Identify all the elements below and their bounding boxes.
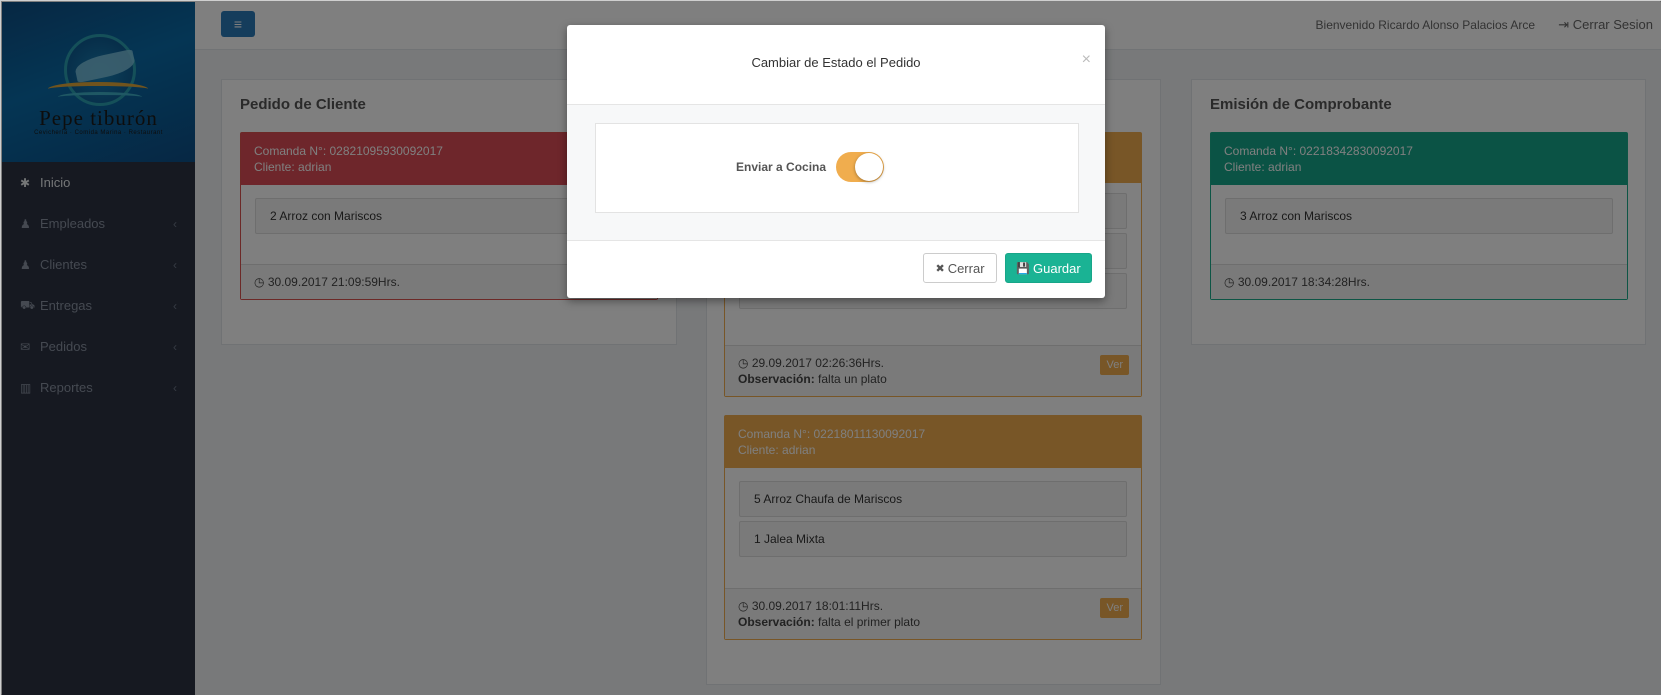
modal-footer: ✖ Cerrar 💾 Guardar <box>567 241 1105 297</box>
toggle-knob <box>855 153 883 181</box>
modal-body: Enviar a Cocina <box>567 105 1105 241</box>
toggle-label: Enviar a Cocina <box>736 160 827 174</box>
modal-header: Cambiar de Estado el Pedido × <box>567 25 1105 105</box>
change-status-modal: Cambiar de Estado el Pedido × Enviar a C… <box>567 25 1105 298</box>
close-icon: ✖ <box>935 262 945 275</box>
send-to-kitchen-toggle[interactable] <box>836 152 884 182</box>
cancel-label: Cerrar <box>947 260 985 276</box>
modal-title: Cambiar de Estado el Pedido <box>751 55 921 70</box>
toggle-container: Enviar a Cocina <box>595 123 1079 213</box>
cancel-button[interactable]: ✖ Cerrar <box>923 253 997 283</box>
app-frame: Pepe tiburón Cevichería · Comida Marina … <box>0 0 1661 695</box>
save-label: Guardar <box>1033 260 1081 276</box>
save-button[interactable]: 💾 Guardar <box>1005 253 1092 283</box>
close-icon[interactable]: × <box>1082 51 1091 69</box>
floppy-disk-icon: 💾 <box>1016 262 1030 275</box>
